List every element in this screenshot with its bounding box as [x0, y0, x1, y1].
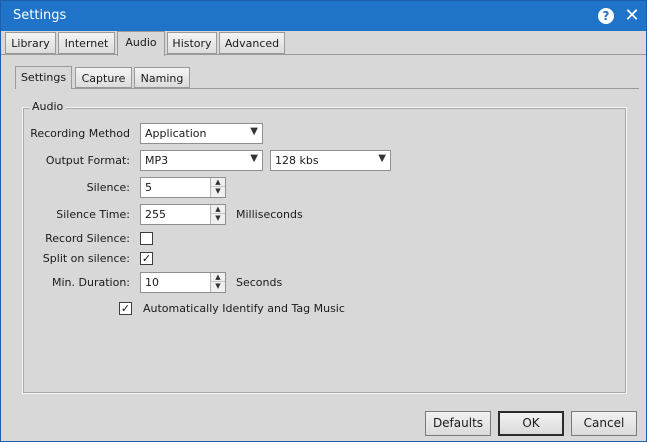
silence-time-spin-buttons: ▲ ▼	[210, 205, 225, 224]
tab-advanced[interactable]: Advanced	[219, 32, 285, 54]
silence-value: 5	[145, 181, 152, 194]
help-icon[interactable]: ?	[598, 8, 614, 24]
tab-capture[interactable]: Capture	[75, 67, 132, 88]
split-on-silence-label: Split on silence:	[42, 252, 130, 265]
chevron-down-icon: ▼	[250, 126, 258, 137]
min-duration-label: Min. Duration:	[52, 276, 130, 289]
min-duration-unit: Seconds	[236, 276, 283, 289]
spin-up-icon[interactable]: ▲	[211, 273, 225, 282]
window-title: Settings	[13, 8, 67, 23]
output-format-value: MP3	[145, 154, 169, 167]
settings-window: Settings ? ✕ Library Internet Audio Hist…	[0, 0, 647, 442]
auto-identify-label: Automatically Identify and Tag Music	[143, 302, 345, 315]
close-icon[interactable]: ✕	[623, 6, 641, 26]
cancel-button[interactable]: Cancel	[571, 411, 637, 436]
defaults-button[interactable]: Defaults	[425, 411, 491, 436]
tab-library[interactable]: Library	[5, 32, 56, 54]
top-tab-divider	[1, 54, 646, 55]
recording-method-label: Recording Method	[30, 127, 130, 140]
silence-time-label: Silence Time:	[56, 208, 130, 221]
spin-down-icon[interactable]: ▼	[211, 282, 225, 291]
silence-time-unit: Milliseconds	[236, 208, 303, 221]
silence-time-value: 255	[145, 208, 166, 221]
min-duration-spin-buttons: ▲ ▼	[210, 273, 225, 292]
ok-button[interactable]: OK	[498, 411, 564, 436]
spin-down-icon[interactable]: ▼	[211, 214, 225, 223]
silence-stepper[interactable]: 5 ▲ ▼	[140, 177, 226, 198]
silence-time-stepper[interactable]: 255 ▲ ▼	[140, 204, 226, 225]
bitrate-select[interactable]: 128 kbs ▼	[270, 150, 391, 171]
tab-settings[interactable]: Settings	[15, 66, 72, 89]
chevron-down-icon: ▼	[250, 153, 258, 164]
spin-down-icon[interactable]: ▼	[211, 187, 225, 196]
output-format-select[interactable]: MP3 ▼	[140, 150, 263, 171]
min-duration-value: 10	[145, 276, 159, 289]
recording-method-value: Application	[145, 127, 207, 140]
title-bar: Settings ? ✕	[1, 1, 646, 31]
tab-internet[interactable]: Internet	[58, 32, 115, 54]
silence-spin-buttons: ▲ ▼	[210, 178, 225, 197]
silence-label: Silence:	[86, 181, 130, 194]
checkmark-icon: ✓	[141, 252, 152, 265]
groupbox-label: Audio	[29, 100, 67, 113]
output-format-label: Output Format:	[45, 154, 130, 167]
checkmark-icon: ✓	[120, 302, 131, 315]
sub-tab-divider	[15, 88, 639, 89]
tab-naming[interactable]: Naming	[134, 67, 190, 88]
min-duration-stepper[interactable]: 10 ▲ ▼	[140, 272, 226, 293]
tab-audio[interactable]: Audio	[117, 31, 165, 56]
bitrate-value: 128 kbs	[275, 154, 319, 167]
spin-up-icon[interactable]: ▲	[211, 178, 225, 187]
recording-method-select[interactable]: Application ▼	[140, 123, 263, 144]
split-on-silence-checkbox[interactable]: ✓	[140, 252, 153, 265]
spin-up-icon[interactable]: ▲	[211, 205, 225, 214]
record-silence-checkbox[interactable]	[140, 232, 153, 245]
tab-history[interactable]: History	[167, 32, 217, 54]
auto-identify-checkbox[interactable]: ✓	[119, 302, 132, 315]
record-silence-label: Record Silence:	[45, 232, 130, 245]
chevron-down-icon: ▼	[378, 153, 386, 164]
